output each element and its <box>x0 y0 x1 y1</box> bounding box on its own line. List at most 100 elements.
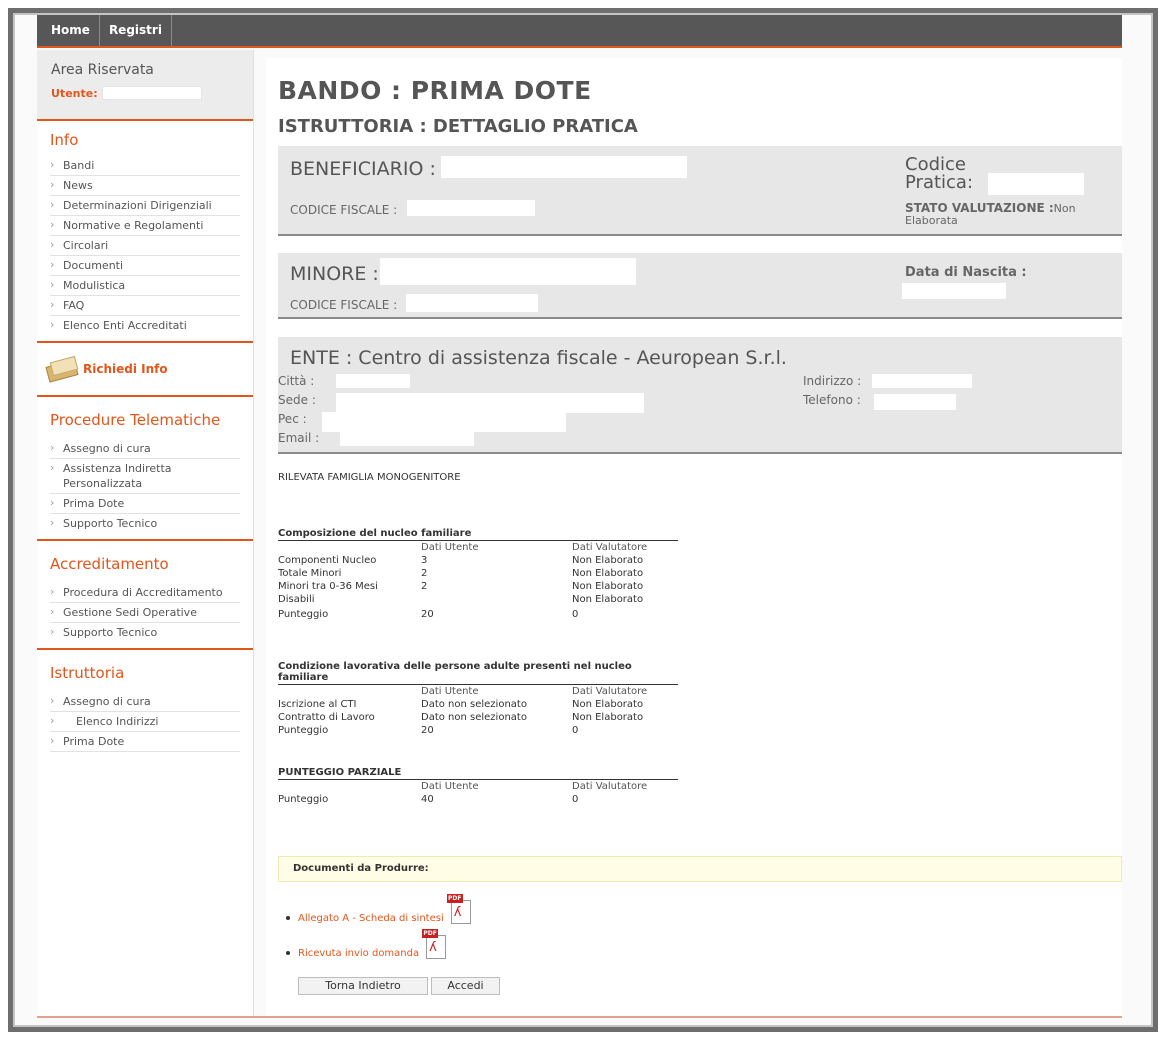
sidebar-item-assistenza-indiretta[interactable]: Assistenza Indiretta Personalizzata <box>50 459 240 494</box>
table-cell: Punteggio <box>278 725 329 736</box>
sidebar-item-elenco-indirizzi[interactable]: Elenco Indirizzi <box>50 712 240 732</box>
sidebar-item-bandi[interactable]: Bandi <box>50 156 240 176</box>
sidebar-item-procedura-accreditamento[interactable]: Procedura di Accreditamento <box>50 583 240 603</box>
sidebar-section-info: Info Bandi News Determinazioni Dirigenzi… <box>37 121 253 343</box>
nav-home[interactable]: Home <box>42 15 100 46</box>
sidebar-item-news[interactable]: News <box>50 176 240 196</box>
minore-box: MINORE : CODICE FISCALE : Data di Nascit… <box>278 253 1122 319</box>
top-navigation-bar: Home Registri <box>37 15 1122 48</box>
table-cell: Dato non selezionato <box>421 712 527 723</box>
header-cell <box>278 780 421 793</box>
ricevuta-link[interactable]: Ricevuta invio domanda <box>298 948 419 959</box>
section-title-procedure: Procedure Telematiche <box>50 411 221 429</box>
sidebar-item-faq[interactable]: FAQ <box>50 296 240 316</box>
sidebar-item-normative[interactable]: Normative e Regolamenti <box>50 216 240 236</box>
sidebar-item-circolari[interactable]: Circolari <box>50 236 240 256</box>
utente-value <box>101 86 202 100</box>
ente-label: ENTE : Centro di assistenza fiscale - Ae… <box>290 347 787 369</box>
beneficiario-cf-value <box>407 200 535 216</box>
header-cell <box>278 541 421 554</box>
header-cell: Dati Valutatore <box>572 542 648 553</box>
condizione-table: Condizione lavorativa delle persone adul… <box>278 661 678 737</box>
table-row: Disabili Non Elaborato <box>278 593 678 606</box>
sidebar-item-supporto-accreditamento[interactable]: Supporto Tecnico <box>50 623 240 642</box>
bullet <box>286 951 290 955</box>
table-cell: 3 <box>421 555 428 566</box>
sidebar-item-prima-dote[interactable]: Prima Dote <box>50 494 240 514</box>
torna-indietro-button[interactable]: Torna Indietro <box>298 977 428 995</box>
nav-registri[interactable]: Registri <box>100 15 172 46</box>
table-row: Punteggio 40 0 <box>278 793 678 806</box>
beneficiario-label: BENEFICIARIO : <box>290 158 436 180</box>
beneficiario-box: BENEFICIARIO : CODICE FISCALE : Codice P… <box>278 146 1122 236</box>
data-nascita-value <box>902 283 1006 299</box>
bottom-divider <box>37 1016 1122 1018</box>
richiedi-info-link[interactable]: Richiedi Info <box>37 343 253 397</box>
ente-citta-label: Città : <box>278 374 315 388</box>
page-title: BANDO : PRIMA DOTE <box>278 76 592 105</box>
beneficiario-cf-label: CODICE FISCALE : <box>290 203 398 217</box>
sidebar-section-procedure: Procedure Telematiche Assegno di cura As… <box>37 397 253 541</box>
allegato-a-link[interactable]: Allegato A - Scheda di sintesi <box>298 913 444 924</box>
minore-value <box>380 258 636 285</box>
sidebar-item-enti[interactable]: Elenco Enti Accreditati <box>50 316 240 335</box>
header-cell: Dati Utente <box>421 686 479 697</box>
table-cell: Minori tra 0-36 Mesi <box>278 581 378 592</box>
sidebar-item-assegno-cura[interactable]: Assegno di cura <box>50 439 240 459</box>
istruttoria-list: Assegno di cura Elenco Indirizzi Prima D… <box>50 692 240 752</box>
table-row: Iscrizione al CTI Dato non selezionato N… <box>278 698 678 711</box>
header-cell: Dati Valutatore <box>572 781 648 792</box>
sidebar-item-gestione-sedi[interactable]: Gestione Sedi Operative <box>50 603 240 623</box>
sidebar-item-istr-prima-dote[interactable]: Prima Dote <box>50 732 240 752</box>
page-subtitle: ISTRUTTORIA : DETTAGLIO PRATICA <box>278 116 638 137</box>
table-cell: 2 <box>421 568 428 579</box>
procedure-list: Assegno di cura Assistenza Indiretta Per… <box>50 439 240 533</box>
table-cell: 0 <box>572 725 579 736</box>
parziale-caption: PUNTEGGIO PARZIALE <box>278 767 678 780</box>
codice-pratica-label: Codice Pratica: <box>905 154 974 193</box>
minore-cf-label: CODICE FISCALE : <box>290 298 398 312</box>
minore-cf-value <box>406 294 538 312</box>
composizione-caption: Composizione del nucleo familiare <box>278 528 678 541</box>
table-row: Componenti Nucleo 3 Non Elaborato <box>278 554 678 567</box>
section-title-accreditamento: Accreditamento <box>50 555 169 573</box>
pdf-icon[interactable]: PDF ʎ <box>422 929 447 959</box>
accedi-button[interactable]: Accedi <box>431 977 500 995</box>
table-cell: Dato non selezionato <box>421 699 527 710</box>
table-cell: Iscrizione al CTI <box>278 699 357 710</box>
table-cell: 0 <box>572 609 579 620</box>
sidebar-item-documenti[interactable]: Documenti <box>50 256 240 276</box>
table-row: Contratto di Lavoro Dato non selezionato… <box>278 711 678 724</box>
ente-sede-label: Sede : <box>278 393 316 407</box>
table-cell: 20 <box>421 725 434 736</box>
table-row: Totale Minori 2 Non Elaborato <box>278 567 678 580</box>
table-cell: Non Elaborato <box>572 712 644 723</box>
pdf-icon[interactable]: PDF ʎ <box>446 894 471 924</box>
sidebar-section-istruttoria: Istruttoria Assegno di cura Elenco Indir… <box>37 650 253 758</box>
sidebar-item-istr-assegno[interactable]: Assegno di cura <box>50 692 240 712</box>
table-cell: Non Elaborato <box>572 699 644 710</box>
minore-label: MINORE : <box>290 263 379 285</box>
ente-email-label: Email : <box>278 431 320 445</box>
documenti-panel: Documenti da Produrre: <box>278 856 1122 882</box>
sidebar-item-modulistica[interactable]: Modulistica <box>50 276 240 296</box>
ente-email-value <box>340 432 474 446</box>
sidebar: Area Riservata Utente: Info Bandi News D… <box>37 50 254 1016</box>
section-title-istruttoria: Istruttoria <box>50 664 125 682</box>
table-cell: 20 <box>421 609 434 620</box>
richiedi-info-label: Richiedi Info <box>83 362 168 376</box>
table-header: Dati Utente Dati Valutatore <box>278 780 678 793</box>
table-row: Minori tra 0-36 Mesi 2 Non Elaborato <box>278 580 678 593</box>
top-nav: Home Registri <box>37 15 1122 46</box>
area-riservata-title: Area Riservata <box>51 62 154 78</box>
table-cell: Non Elaborato <box>572 581 644 592</box>
stato-valutazione: STATO VALUTAZIONE :Non Elaborata <box>905 202 1105 227</box>
table-cell: Disabili <box>278 594 315 605</box>
ente-citta-value <box>336 374 410 388</box>
table-row: Punteggio 20 0 <box>278 608 678 621</box>
sidebar-item-supporto[interactable]: Supporto Tecnico <box>50 514 240 533</box>
utente-row: Utente: <box>51 86 239 100</box>
sidebar-item-determinazioni[interactable]: Determinazioni Dirigenziali <box>50 196 240 216</box>
table-cell: Punteggio <box>278 794 329 805</box>
ente-indirizzo-label: Indirizzo : <box>803 374 862 388</box>
